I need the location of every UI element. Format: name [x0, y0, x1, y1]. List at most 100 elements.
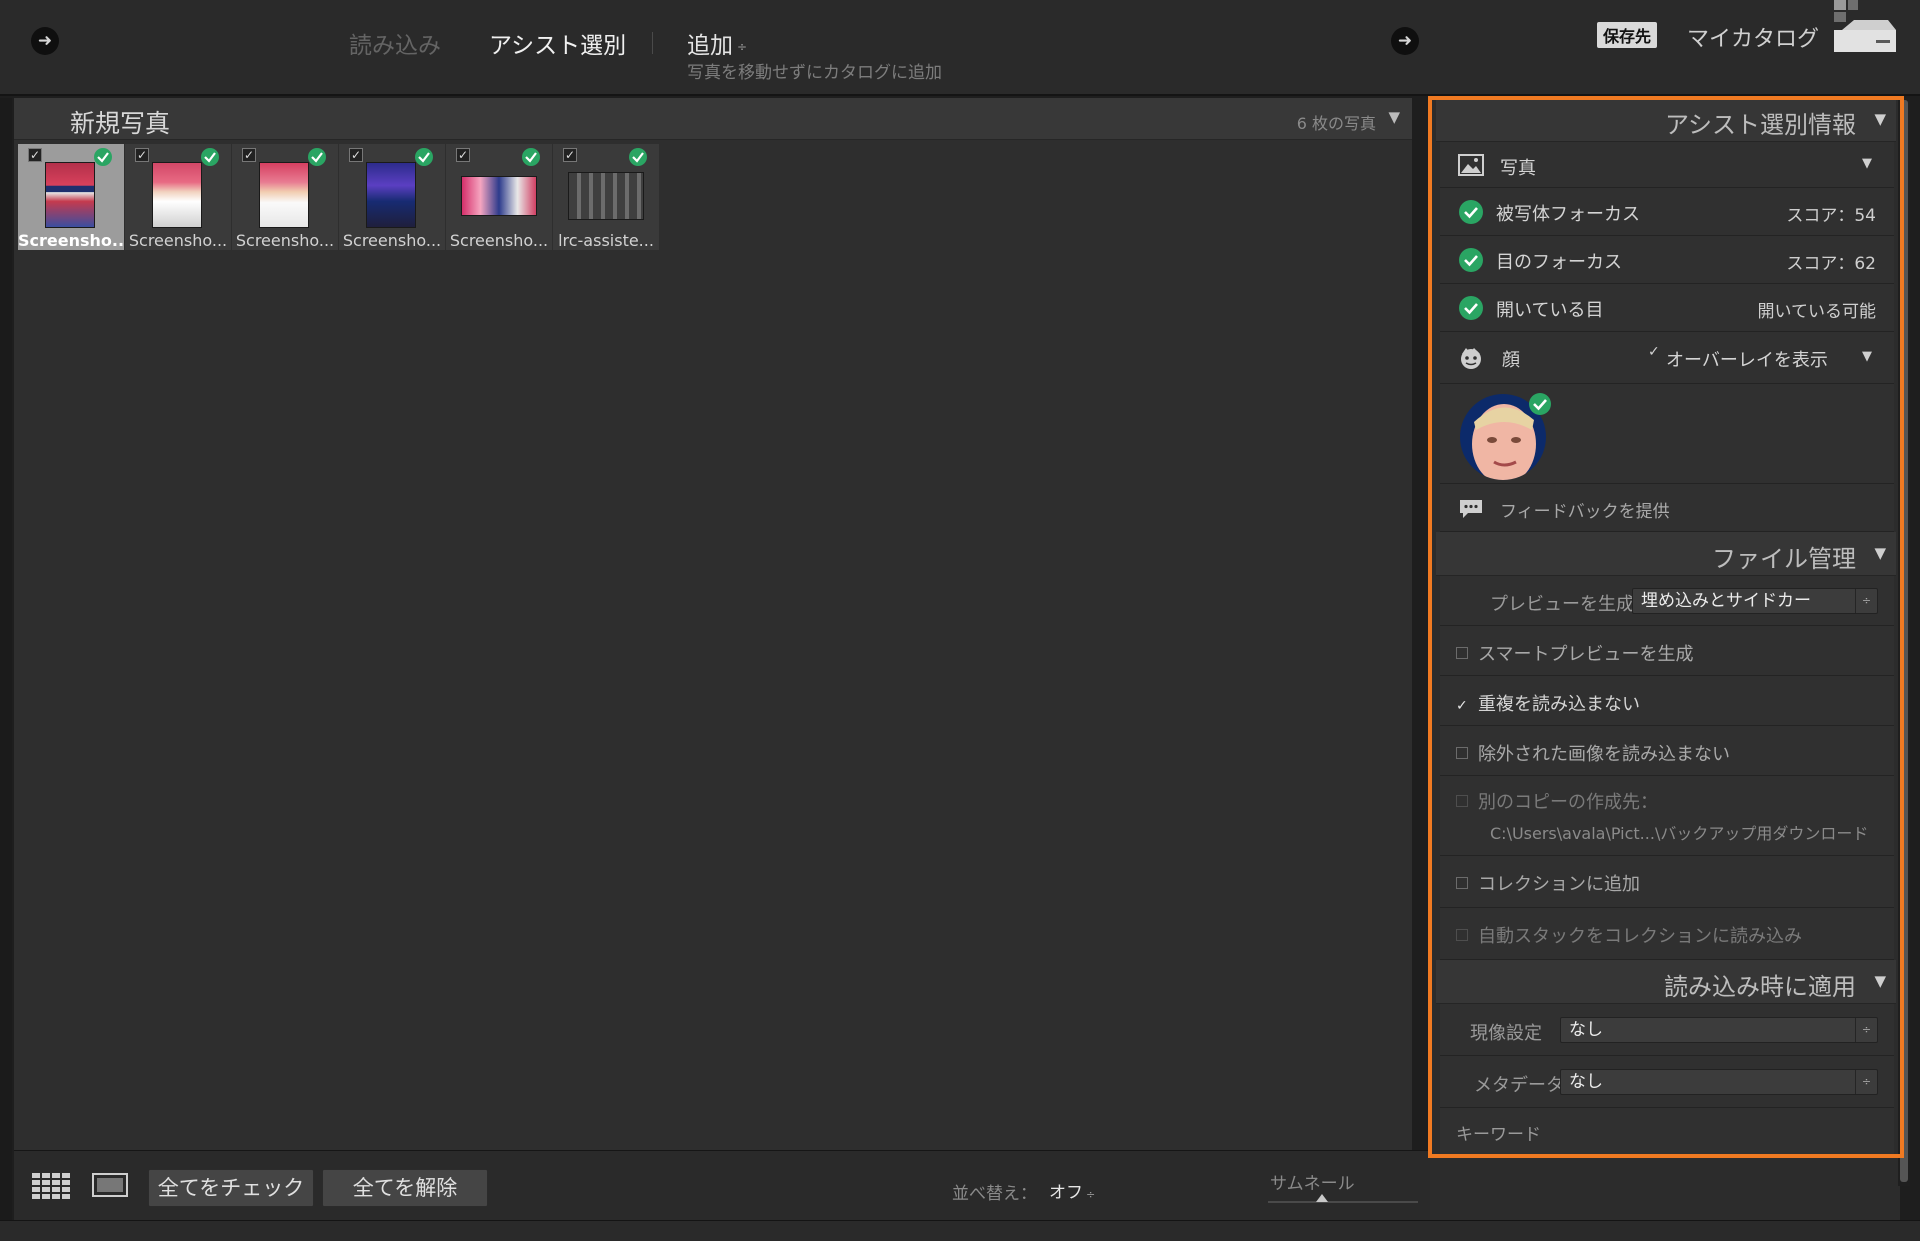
- smart-preview-row[interactable]: スマートプレビューを生成: [1440, 626, 1894, 676]
- photo-subsection-header[interactable]: 写真 ▼: [1440, 142, 1894, 188]
- thumbnail-checkbox[interactable]: ✓: [135, 148, 149, 162]
- select-arrows-icon: ÷: [1855, 589, 1877, 613]
- grid-header: 新規写真 6 枚の写真 ▼: [14, 98, 1412, 140]
- catalog-name[interactable]: マイカタログ: [1687, 21, 1819, 53]
- select-arrows-icon: ÷: [1855, 1070, 1877, 1094]
- subject-focus-row: 被写体フォーカス スコア：54: [1440, 188, 1894, 236]
- feedback-link[interactable]: フィードバックを提供: [1500, 497, 1670, 522]
- grid-view-icon[interactable]: [32, 1173, 70, 1199]
- section-assist-info-header[interactable]: アシスト選別情報 ▼: [1436, 98, 1896, 142]
- right-scrollbar-thumb[interactable]: [1900, 100, 1908, 1182]
- checkbox-unchecked[interactable]: [1456, 647, 1468, 659]
- auto-stack-option[interactable]: 自動スタックをコレクションに読み込み: [1456, 922, 1802, 948]
- second-copy-option[interactable]: 別のコピーの作成先：: [1456, 788, 1658, 814]
- back-arrow-icon[interactable]: ➜: [31, 27, 59, 55]
- checkbox-unchecked[interactable]: [1456, 795, 1468, 807]
- overlay-checkbox[interactable]: ✓: [1648, 344, 1660, 360]
- thumbnail-checkbox[interactable]: ✓: [563, 148, 577, 162]
- thumbnail-checkbox[interactable]: ✓: [349, 148, 363, 162]
- section-title: ファイル管理: [1712, 545, 1856, 573]
- checkbox-unchecked[interactable]: [1456, 877, 1468, 889]
- check-all-button[interactable]: 全てをチェック: [148, 1169, 314, 1207]
- build-preview-label: プレビューを生成: [1490, 594, 1634, 615]
- collapse-triangle-icon[interactable]: ▼: [1874, 972, 1886, 990]
- thumbnail-image: [259, 162, 309, 228]
- mode-add[interactable]: 追加 ÷: [687, 26, 747, 60]
- collapse-triangle-icon[interactable]: ▼: [1862, 349, 1872, 364]
- feedback-row[interactable]: フィードバックを提供: [1440, 484, 1894, 532]
- check-circle-icon: [629, 148, 647, 166]
- thumbnail[interactable]: ✓ Screensho...: [18, 144, 124, 250]
- checkbox-unchecked[interactable]: [1456, 747, 1468, 759]
- eye-focus-label: 目のフォーカス: [1496, 252, 1622, 273]
- no-duplicates-option[interactable]: ✓ 重複を読み込まない: [1456, 690, 1640, 716]
- uncheck-all-button[interactable]: 全てを解除: [322, 1169, 488, 1207]
- add-caret-icon: ÷: [737, 39, 748, 54]
- second-copy-path[interactable]: C:\Users\avala\Pict...\バックアップ用ダウンロード: [1490, 820, 1868, 844]
- subject-focus-score: スコア：54: [1786, 206, 1876, 226]
- face-icon: [1461, 348, 1481, 369]
- second-copy-row[interactable]: 別のコピーの作成先： C:\Users\avala\Pict...\バックアップ…: [1440, 776, 1894, 856]
- thumbnail-checkbox[interactable]: ✓: [28, 148, 42, 162]
- collapse-triangle-icon[interactable]: ▼: [1874, 544, 1886, 562]
- smart-preview-label: スマートプレビューを生成: [1478, 644, 1694, 665]
- thumbnail-checkbox[interactable]: ✓: [242, 148, 256, 162]
- develop-settings-label: 現像設定: [1470, 1023, 1542, 1044]
- thumbnail-filename: lrc-assiste...: [558, 231, 654, 250]
- smart-preview-option[interactable]: スマートプレビューを生成: [1456, 640, 1693, 666]
- thumbnail[interactable]: ✓ Screensho...: [446, 144, 552, 250]
- thumbnail-size-slider[interactable]: [1268, 1201, 1418, 1203]
- metadata-value: なし: [1569, 1072, 1603, 1092]
- add-collection-option[interactable]: コレクションに追加: [1456, 870, 1640, 896]
- thumbnail-filename: Screensho...: [449, 231, 549, 250]
- subject-focus-label: 被写体フォーカス: [1496, 204, 1640, 225]
- thumbnail[interactable]: ✓ Screensho...: [339, 144, 445, 250]
- auto-stack-label: 自動スタックをコレクションに読み込み: [1478, 926, 1802, 947]
- build-preview-select[interactable]: 埋め込みとサイドカー ÷: [1632, 588, 1878, 614]
- check-circle-icon: [1529, 393, 1551, 415]
- no-duplicates-row[interactable]: ✓ 重複を読み込まない: [1440, 676, 1894, 726]
- open-eyes-row: 開いている目 開いている可能: [1440, 284, 1894, 332]
- bottom-strip: [0, 1220, 1920, 1241]
- collapse-triangle-icon[interactable]: ▼: [1862, 156, 1872, 171]
- keywords-row[interactable]: キーワード: [1440, 1108, 1894, 1156]
- photo-grid-panel: 新規写真 6 枚の写真 ▼ ✓ Screensho... ✓ Screensho…: [14, 98, 1412, 1150]
- no-rejected-option[interactable]: 除外された画像を読み込まない: [1456, 740, 1730, 766]
- develop-settings-select[interactable]: なし ÷: [1560, 1017, 1878, 1043]
- check-circle-icon: [308, 148, 326, 166]
- section-file-handling-header[interactable]: ファイル管理 ▼: [1436, 532, 1896, 576]
- auto-stack-row[interactable]: 自動スタックをコレクションに読み込み: [1440, 908, 1894, 960]
- slider-knob[interactable]: [1316, 1194, 1328, 1202]
- eye-focus-score: スコア：62: [1786, 254, 1876, 274]
- check-circle-icon: [1459, 248, 1483, 272]
- grid-menu-caret-icon[interactable]: ▼: [1388, 108, 1400, 126]
- add-subtitle: 写真を移動せずにカタログに追加: [687, 63, 942, 83]
- bottom-toolbar: 全てをチェック 全てを解除 並べ替え： オフ ÷ サムネール: [14, 1150, 1434, 1220]
- mode-assisted-culling[interactable]: アシスト選別: [489, 26, 626, 60]
- thumbnail[interactable]: ✓ Screensho...: [125, 144, 231, 250]
- collapse-triangle-icon[interactable]: ▼: [1874, 110, 1886, 128]
- checkbox-unchecked[interactable]: [1456, 929, 1468, 941]
- metadata-row: メタデータ なし ÷: [1440, 1056, 1894, 1108]
- select-arrows-icon: ÷: [1855, 1018, 1877, 1042]
- no-rejected-label: 除外された画像を読み込まない: [1478, 744, 1730, 765]
- face-subsection-header[interactable]: 顔 ✓ オーバーレイを表示 ▼: [1440, 332, 1894, 384]
- eye-focus-row: 目のフォーカス スコア：62: [1440, 236, 1894, 284]
- sort-dropdown[interactable]: オフ ÷: [1049, 1178, 1095, 1203]
- loupe-view-icon[interactable]: [92, 1173, 128, 1197]
- thumbnail[interactable]: ✓ lrc-assiste...: [553, 144, 659, 250]
- section-apply-import-header[interactable]: 読み込み時に適用 ▼: [1436, 960, 1896, 1004]
- left-edge: [0, 98, 12, 1220]
- metadata-select[interactable]: なし ÷: [1560, 1069, 1878, 1095]
- section-title: 読み込み時に適用: [1664, 973, 1856, 1001]
- photo-label: 写真: [1500, 158, 1536, 179]
- forward-arrow-icon[interactable]: ➜: [1391, 27, 1419, 55]
- thumbnail-strip: ✓ Screensho... ✓ Screensho... ✓ Screensh…: [18, 144, 660, 250]
- mode-import[interactable]: 読み込み: [349, 26, 441, 60]
- thumbnail-checkbox[interactable]: ✓: [456, 148, 470, 162]
- add-collection-row[interactable]: コレクションに追加: [1440, 856, 1894, 908]
- checkbox-checked[interactable]: ✓: [1456, 698, 1468, 714]
- no-rejected-row[interactable]: 除外された画像を読み込まない: [1440, 726, 1894, 776]
- hard-drive-icon[interactable]: [1832, 0, 1898, 54]
- thumbnail[interactable]: ✓ Screensho...: [232, 144, 338, 250]
